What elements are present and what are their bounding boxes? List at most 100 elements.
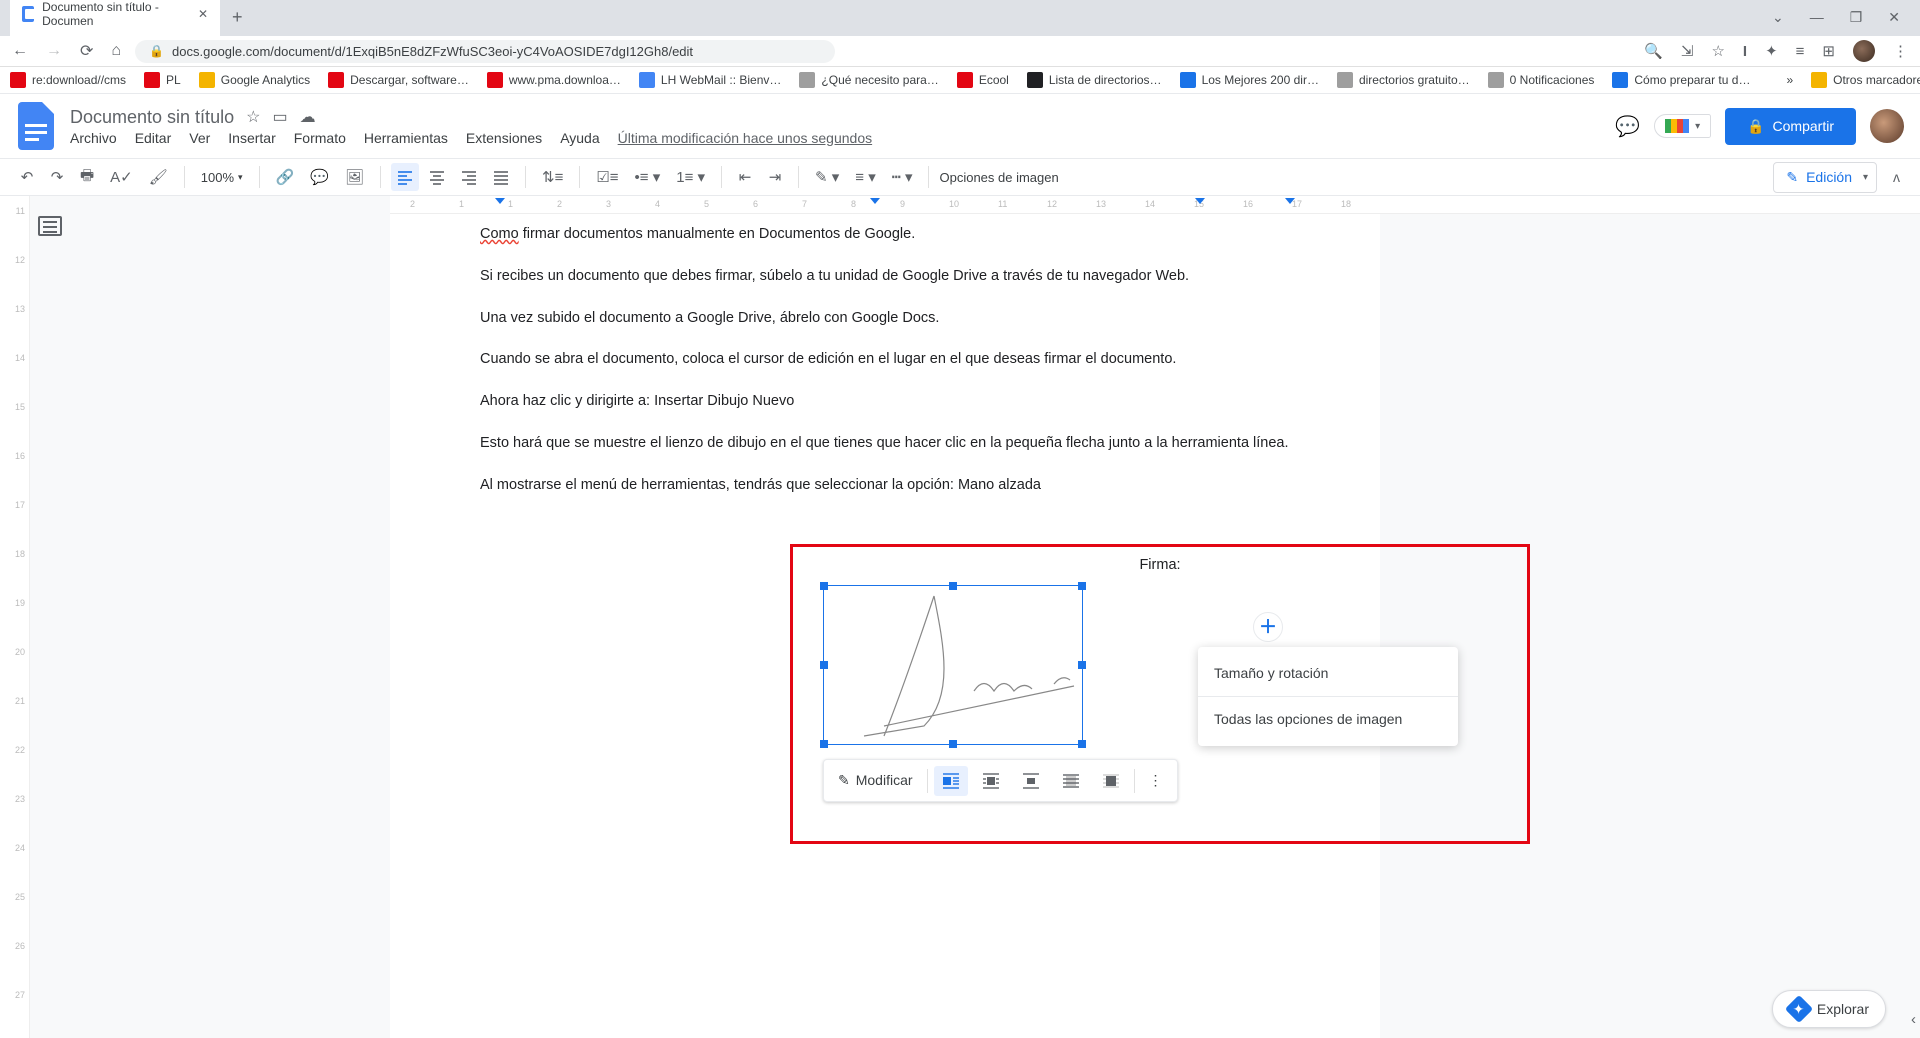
docs-logo[interactable] (16, 106, 56, 146)
menu-item[interactable]: Extensiones (466, 130, 542, 146)
checklist-button[interactable]: ☑≡ (590, 163, 624, 191)
image-options-link[interactable]: Opciones de imagen (939, 170, 1058, 185)
extensions-icon[interactable]: ✦ (1765, 42, 1778, 60)
paragraph[interactable]: Una vez subido el documento a Google Dri… (480, 308, 1290, 330)
star-icon[interactable]: ☆ (1711, 42, 1724, 60)
line-spacing-button[interactable]: ⇅≡ (536, 163, 569, 191)
new-tab-button[interactable]: + (220, 0, 255, 36)
reading-list-icon[interactable]: ≡ (1796, 43, 1805, 60)
last-modified[interactable]: Última modificación hace unos segundos (618, 130, 872, 146)
front-text-button[interactable] (1094, 766, 1128, 796)
align-justify-button[interactable] (487, 163, 515, 191)
menu-item[interactable]: Insertar (228, 130, 275, 146)
send-tab-icon[interactable]: ⇲ (1681, 42, 1694, 60)
bulleted-list-button[interactable]: •≡ ▾ (629, 163, 667, 191)
border-dash-button[interactable]: ┅ ▾ (886, 163, 919, 191)
menu-item[interactable]: Archivo (70, 130, 117, 146)
paragraph[interactable]: Si recibes un documento que debes firmar… (480, 266, 1290, 288)
align-center-button[interactable] (423, 163, 451, 191)
menu-item[interactable]: Editar (135, 130, 172, 146)
add-comment-icon[interactable]: ＋ (1253, 612, 1283, 642)
paint-format-button[interactable]: 🖌 (143, 163, 174, 191)
paragraph[interactable]: Ahora haz clic y dirigirte a: Insertar D… (480, 391, 1290, 413)
browser-tab[interactable]: Documento sin título - Documen ✕ (10, 0, 220, 36)
bookmark-item[interactable]: www.pma.downloa… (487, 72, 621, 88)
bookmark-item[interactable]: Descargar, software… (328, 72, 469, 88)
bookmarks-overflow[interactable]: » (1786, 73, 1793, 87)
bookmark-item[interactable]: Cómo preparar tu d… (1612, 72, 1750, 88)
paragraph[interactable]: Esto hará que se muestre el lienzo de di… (480, 433, 1290, 455)
window-close-button[interactable]: ✕ (1888, 9, 1900, 26)
bookmark-item[interactable]: PL (144, 72, 181, 88)
bookmark-item[interactable]: LH WebMail :: Bienv… (639, 72, 782, 88)
paragraph[interactable]: Al mostrarse el menú de herramientas, te… (480, 475, 1290, 497)
print-button[interactable]: 🖶 (74, 163, 100, 191)
all-image-options-menu-item[interactable]: Todas las opciones de imagen (1198, 697, 1458, 742)
chevron-down-icon[interactable]: ⌄ (1772, 9, 1784, 26)
redo-button[interactable]: ↷ (44, 163, 70, 191)
insert-image-button[interactable]: 🖼 (339, 163, 370, 191)
share-button[interactable]: 🔒 Compartir (1725, 108, 1856, 145)
bookmark-item[interactable]: directorios gratuito… (1337, 72, 1470, 88)
break-text-button[interactable] (1014, 766, 1048, 796)
other-bookmarks[interactable]: Otros marcadores (1811, 72, 1920, 88)
ext-i-icon[interactable]: I (1743, 43, 1747, 60)
menu-item[interactable]: Formato (294, 130, 346, 146)
maximize-button[interactable]: ❐ (1850, 9, 1863, 26)
paragraph[interactable]: Cuando se abra el documento, coloca el c… (480, 349, 1290, 371)
reload-button[interactable]: ⟳ (80, 41, 93, 61)
document-title[interactable]: Documento sin título (70, 107, 234, 128)
menu-item[interactable]: Ayuda (560, 130, 599, 146)
bookmark-item[interactable]: 0 Notificaciones (1488, 72, 1595, 88)
editing-mode-button[interactable]: ✎ Edición (1773, 162, 1877, 193)
bookmark-item[interactable]: Lista de directorios… (1027, 72, 1162, 88)
menu-item[interactable]: Herramientas (364, 130, 448, 146)
back-button[interactable]: ← (12, 42, 28, 60)
border-color-button[interactable]: ✎ ▾ (809, 163, 845, 191)
move-icon[interactable]: ▭ (272, 107, 287, 127)
document-page[interactable]: Como firmar documentos manualmente en Do… (390, 214, 1380, 1038)
outdent-button[interactable]: ⇤ (732, 163, 758, 191)
tab-close-icon[interactable]: ✕ (198, 7, 208, 21)
apps-icon[interactable]: ⊞ (1822, 42, 1835, 60)
menu-item[interactable]: Ver (189, 130, 210, 146)
bookmark-item[interactable]: Los Mejores 200 dir… (1180, 72, 1319, 88)
modify-button[interactable]: ✎ Modificar (830, 764, 921, 797)
account-avatar[interactable] (1870, 109, 1904, 143)
wrap-inline-button[interactable] (934, 766, 968, 796)
image-more-button[interactable]: ⋮ (1141, 764, 1171, 797)
collapse-toolbar-button[interactable]: ʌ (1887, 169, 1906, 185)
profile-avatar[interactable] (1853, 40, 1875, 62)
border-weight-button[interactable]: ≡ ▾ (849, 163, 881, 191)
paragraph[interactable]: Como firmar documentos manualmente en Do… (480, 224, 1290, 246)
zoom-icon[interactable]: 🔍 (1644, 42, 1663, 60)
side-panel-toggle[interactable]: ‹ (1911, 1011, 1916, 1028)
forward-button[interactable]: → (46, 42, 62, 60)
align-right-button[interactable] (455, 163, 483, 191)
spellcheck-button[interactable]: A✓ (104, 163, 139, 191)
link-button[interactable]: 🔗 (270, 163, 301, 191)
star-icon[interactable]: ☆ (246, 107, 260, 127)
selected-drawing[interactable] (823, 585, 1083, 745)
explore-button[interactable]: ✦ Explorar (1772, 990, 1886, 1028)
meet-button[interactable]: ▾ (1654, 114, 1711, 138)
outline-toggle-icon[interactable] (38, 216, 62, 236)
numbered-list-button[interactable]: 1≡ ▾ (670, 163, 711, 191)
bookmark-item[interactable]: Google Analytics (199, 72, 310, 88)
bookmark-item[interactable]: Ecool (957, 72, 1009, 88)
address-bar[interactable]: 🔒 docs.google.com/document/d/1ExqiB5nE8d… (135, 40, 835, 63)
bookmark-item[interactable]: ¿Qué necesito para… (799, 72, 938, 88)
size-rotation-menu-item[interactable]: Tamaño y rotación (1198, 651, 1458, 696)
cloud-icon[interactable]: ☁ (300, 107, 316, 127)
bookmark-item[interactable]: re:download//cms (10, 72, 126, 88)
home-button[interactable]: ⌂ (111, 42, 121, 60)
align-left-button[interactable] (391, 163, 419, 191)
wrap-text-button[interactable] (974, 766, 1008, 796)
behind-text-button[interactable] (1054, 766, 1088, 796)
comments-icon[interactable]: 💬 (1615, 114, 1640, 139)
zoom-select[interactable]: 100%▾ (195, 170, 249, 185)
minimize-button[interactable]: — (1810, 9, 1824, 26)
comment-button[interactable]: 💬 (304, 163, 335, 191)
indent-button[interactable]: ⇥ (762, 163, 788, 191)
kebab-menu-icon[interactable]: ⋮ (1893, 42, 1908, 60)
